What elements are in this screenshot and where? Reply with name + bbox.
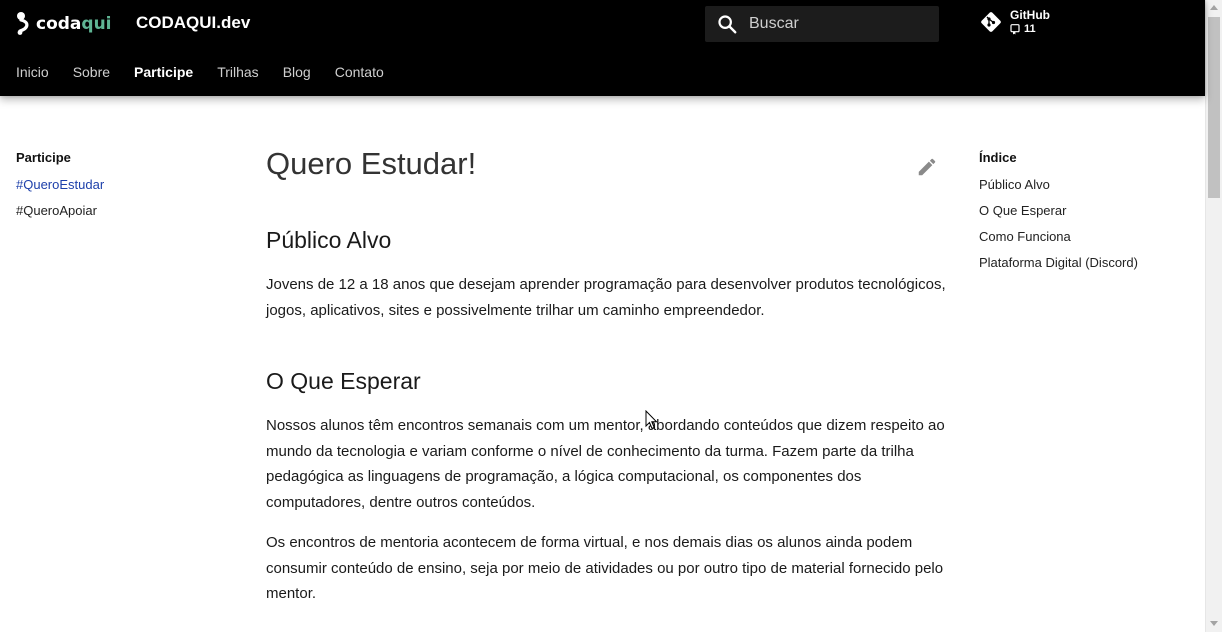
site-header: codaqui CODAQUI.dev GitHub 11	[0, 0, 1205, 96]
repo-info: GitHub 11	[1010, 9, 1050, 35]
git-icon	[981, 12, 1001, 32]
toc-item-plataforma-digital[interactable]: Plataforma Digital (Discord)	[979, 255, 1199, 270]
mouse-cursor-icon	[645, 410, 658, 430]
scroll-thumb[interactable]	[1208, 17, 1220, 198]
section-heading-publico-alvo: Público Alvo	[266, 227, 392, 253]
site-title[interactable]: CODAQUI.dev	[136, 13, 250, 33]
table-of-contents: Índice Público Alvo O Que Esperar Como F…	[979, 150, 1199, 281]
scroll-up-arrow-icon[interactable]	[1210, 5, 1218, 10]
section-nav: Participe #QueroEstudar #QueroApoiar	[16, 150, 236, 229]
section-heading-o-que-esperar: O Que Esperar	[266, 368, 421, 394]
logo-suffix: qui	[81, 14, 112, 34]
repo-facts: 11	[1010, 24, 1050, 35]
nav-item-quero-apoiar[interactable]: #QueroApoiar	[16, 203, 236, 218]
tab-inicio[interactable]: Inicio	[16, 64, 49, 80]
section-nav-title[interactable]: Participe	[16, 150, 236, 165]
paragraph: Nossos alunos têm encontros semanais com…	[266, 417, 945, 511]
search-input[interactable]	[749, 15, 929, 33]
toc-item-como-funciona[interactable]: Como Funciona	[979, 229, 1199, 244]
site-logo[interactable]: codaqui	[15, 10, 112, 38]
tab-blog[interactable]: Blog	[283, 64, 311, 80]
search-icon	[718, 15, 737, 34]
main-content: Quero Estudar! Público Alvo Jovens de 12…	[266, 146, 946, 607]
edit-icon[interactable]	[916, 156, 938, 178]
search-box[interactable]	[705, 6, 939, 42]
page-scrollbar[interactable]	[1205, 0, 1222, 632]
tab-sobre[interactable]: Sobre	[73, 64, 110, 80]
repo-name: GitHub	[1010, 8, 1050, 22]
main-tabs: Inicio Sobre Participe Trilhas Blog Cont…	[16, 64, 408, 80]
paragraph: Jovens de 12 a 18 anos que desejam apren…	[266, 276, 946, 319]
page-title: Quero Estudar!	[266, 146, 477, 181]
logo-wordmark: codaqui	[36, 14, 112, 34]
logo-prefix: coda	[36, 14, 82, 34]
repo-count: 11	[1024, 23, 1036, 35]
paragraph: Os encontros de mentoria acontecem de fo…	[266, 534, 944, 602]
repository-icon	[1010, 24, 1020, 35]
toc-item-o-que-esperar[interactable]: O Que Esperar	[979, 203, 1199, 218]
nav-item-quero-estudar[interactable]: #QueroEstudar	[16, 177, 236, 192]
repo-link[interactable]: GitHub 11	[979, 9, 1050, 35]
scroll-down-arrow-icon[interactable]	[1210, 621, 1218, 626]
tab-trilhas[interactable]: Trilhas	[217, 64, 259, 80]
tab-contato[interactable]: Contato	[335, 64, 384, 80]
logo-icon	[17, 12, 29, 35]
tab-participe[interactable]: Participe	[134, 64, 193, 80]
toc-item-publico-alvo[interactable]: Público Alvo	[979, 177, 1199, 192]
toc-title: Índice	[979, 150, 1017, 165]
